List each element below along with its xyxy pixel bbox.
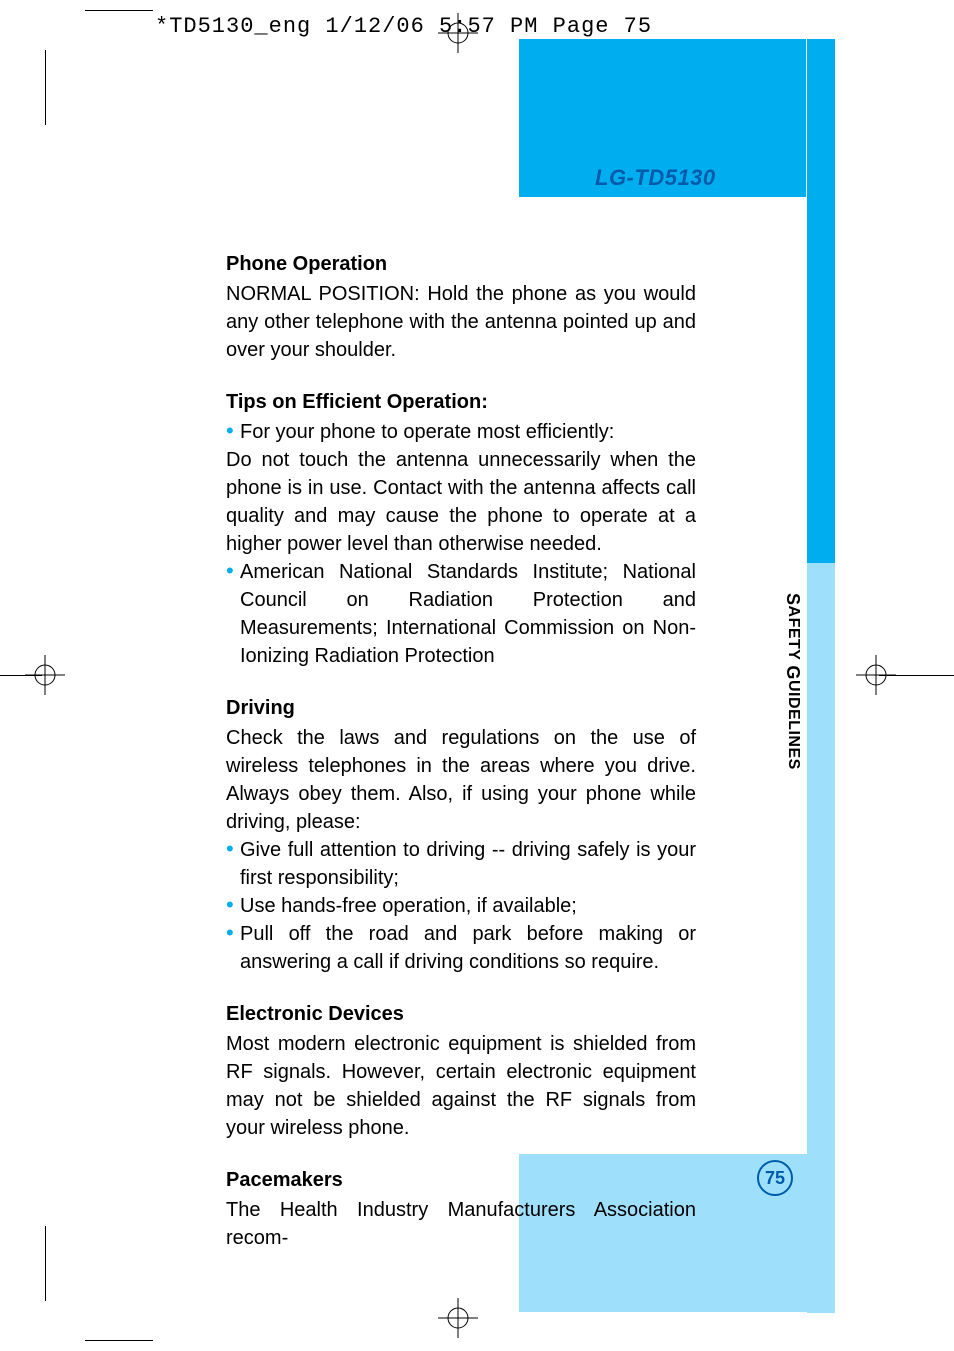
bullet-item: Give full attention to driving -- drivin… <box>226 836 696 892</box>
section-label: SAFETY GUIDELINES <box>782 593 803 770</box>
crop-mark <box>45 50 46 125</box>
registration-mark-icon <box>856 655 896 695</box>
heading-tips: Tips on Efficient Operation: <box>226 388 696 416</box>
paragraph: The Health Industry Manufacturers Associ… <box>226 1196 696 1252</box>
page-number-badge: 75 <box>757 1160 793 1196</box>
heading-pacemakers: Pacemakers <box>226 1166 696 1194</box>
bullet-item: American National Standards Institute; N… <box>226 558 696 670</box>
paragraph: Do not touch the antenna unnecessarily w… <box>226 446 696 558</box>
paragraph: NORMAL POSITION: Hold the phone as you w… <box>226 280 696 364</box>
heading-driving: Driving <box>226 694 696 722</box>
registration-mark-icon <box>438 1298 478 1338</box>
crop-mark <box>85 10 153 11</box>
paragraph: Most modern electronic equipment is shie… <box>226 1030 696 1142</box>
bullet-item: Pull off the road and park before making… <box>226 920 696 976</box>
print-slug: *TD5130_eng 1/12/06 5:57 PM Page 75 <box>155 14 652 39</box>
crop-mark <box>85 1340 153 1341</box>
bullet-item: For your phone to operate most efficient… <box>226 418 696 446</box>
crop-mark <box>45 1226 46 1301</box>
heading-phone-operation: Phone Operation <box>226 250 696 278</box>
model-label: LG-TD5130 <box>595 165 716 191</box>
page-number: 75 <box>765 1168 785 1189</box>
side-tab-upper <box>807 39 835 563</box>
heading-electronic-devices: Electronic Devices <box>226 1000 696 1028</box>
paragraph: Check the laws and regulations on the us… <box>226 724 696 836</box>
registration-mark-icon <box>25 655 65 695</box>
body-content: Phone Operation NORMAL POSITION: Hold th… <box>226 250 696 1252</box>
bullet-item: Use hands-free operation, if available; <box>226 892 696 920</box>
